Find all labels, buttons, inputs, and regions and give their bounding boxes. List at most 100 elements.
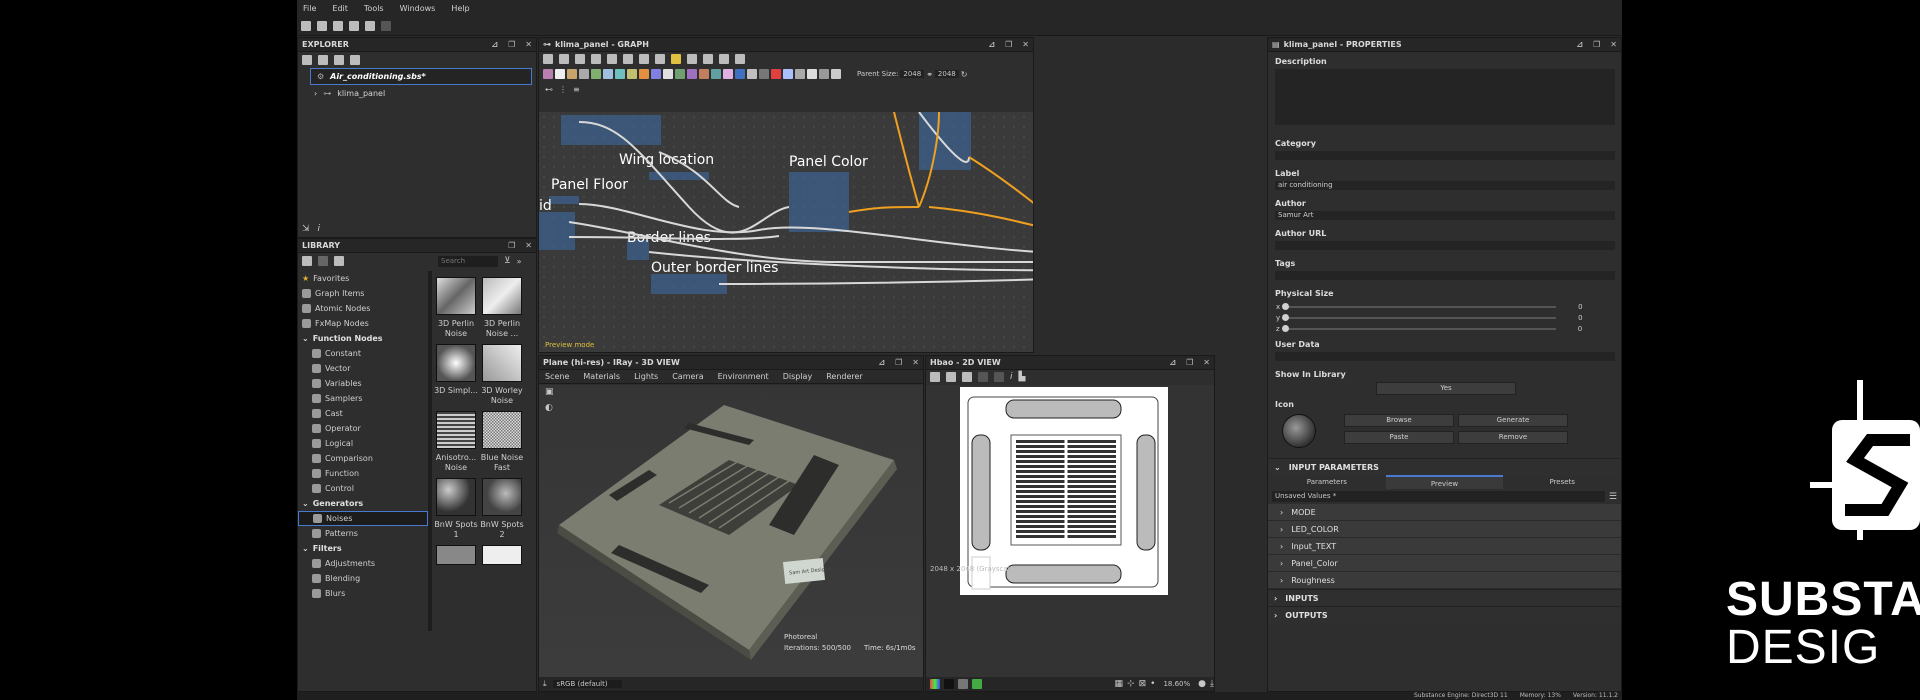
generator-item-patterns[interactable]: Patterns bbox=[298, 526, 428, 541]
tags-field[interactable] bbox=[1275, 271, 1615, 280]
view3d-viewport[interactable]: Sam Art Designer Photoreal Iterations: 5… bbox=[539, 385, 923, 677]
slider-knob[interactable] bbox=[1282, 313, 1290, 321]
float-icon[interactable]: ❐ bbox=[1593, 40, 1600, 49]
node-edge-icon[interactable] bbox=[699, 69, 709, 79]
node-curve-icon[interactable] bbox=[603, 69, 613, 79]
param-led-color[interactable]: › LED_COLOR bbox=[1268, 521, 1621, 538]
library-scrollbar[interactable] bbox=[428, 271, 432, 631]
axis-value[interactable]: 0 bbox=[1578, 314, 1582, 322]
thumbnail-anisotropic-noise[interactable] bbox=[436, 411, 476, 449]
grid-icon[interactable] bbox=[735, 54, 745, 64]
paste-button[interactable]: Paste bbox=[1344, 431, 1454, 444]
float-icon[interactable]: ❐ bbox=[895, 358, 902, 367]
info-icon[interactable]: i bbox=[1010, 372, 1013, 382]
close-icon[interactable]: ✕ bbox=[1203, 358, 1210, 367]
channel-color-icon[interactable] bbox=[972, 679, 982, 689]
inputs-section[interactable]: › INPUTS bbox=[1268, 589, 1621, 606]
graph-icon-preview[interactable] bbox=[1282, 414, 1316, 448]
axis-value[interactable]: 0 bbox=[1578, 325, 1582, 333]
pin-icon[interactable]: ⊿ bbox=[1576, 40, 1583, 49]
link-icon[interactable]: ⚭ bbox=[926, 70, 933, 79]
merge-icon[interactable] bbox=[703, 54, 713, 64]
function-item-samplers[interactable]: Samplers bbox=[298, 391, 428, 406]
new-package-icon[interactable] bbox=[301, 20, 311, 31]
group-function-nodes[interactable]: ⌄ Function Nodes bbox=[298, 331, 428, 346]
channel-gray-icon[interactable] bbox=[958, 679, 968, 689]
close-icon[interactable]: ✕ bbox=[1022, 40, 1029, 49]
slider-track[interactable] bbox=[1282, 313, 1557, 321]
function-item-logical[interactable]: Logical bbox=[298, 436, 428, 451]
float-icon[interactable]: ❐ bbox=[1186, 358, 1193, 367]
thumbnail-next-1[interactable] bbox=[436, 545, 476, 565]
thumbnail-next-2[interactable] bbox=[482, 545, 522, 565]
camera-icon[interactable]: ▣ bbox=[545, 387, 554, 397]
pencil-icon[interactable] bbox=[334, 256, 344, 266]
layout-icon[interactable] bbox=[671, 54, 681, 64]
menu-display[interactable]: Display bbox=[783, 372, 813, 381]
axis-value[interactable]: 0 bbox=[1578, 303, 1582, 311]
connect-icon[interactable] bbox=[623, 54, 633, 64]
menu-camera[interactable]: Camera bbox=[672, 372, 703, 381]
category-atomic-nodes[interactable]: Atomic Nodes bbox=[298, 301, 428, 316]
uv-icon[interactable] bbox=[994, 372, 1004, 382]
thumbnail-3d-worley-noise[interactable] bbox=[482, 344, 522, 382]
camera-icon[interactable] bbox=[575, 54, 585, 64]
float-icon[interactable]: ❐ bbox=[508, 241, 515, 250]
node-text-icon[interactable] bbox=[723, 69, 733, 79]
connector-icon[interactable]: ⊷ bbox=[545, 85, 553, 94]
function-item-function[interactable]: Function bbox=[298, 466, 428, 481]
author-url-field[interactable] bbox=[1275, 241, 1615, 250]
save-icon[interactable] bbox=[349, 20, 359, 31]
channel-black-icon[interactable] bbox=[944, 679, 954, 689]
tab-presets[interactable]: Presets bbox=[1503, 475, 1621, 489]
category-field[interactable] bbox=[1275, 151, 1615, 160]
slider-track[interactable] bbox=[1282, 302, 1557, 310]
slider-knob[interactable] bbox=[1282, 302, 1290, 310]
zoom-level[interactable]: 18.60% bbox=[1163, 680, 1190, 688]
dot-icon[interactable]: • bbox=[1150, 679, 1155, 689]
share-icon[interactable] bbox=[639, 54, 649, 64]
open-icon[interactable] bbox=[333, 20, 343, 31]
menu-help[interactable]: Help bbox=[451, 4, 469, 13]
function-item-comparison[interactable]: Comparison bbox=[298, 451, 428, 466]
physical-size-x[interactable]: x 0 bbox=[1268, 301, 1621, 312]
param-panel-color[interactable]: › Panel_Color bbox=[1268, 555, 1621, 572]
filter-icon[interactable]: ⊻ bbox=[504, 256, 511, 266]
minimize-icon[interactable] bbox=[655, 54, 665, 64]
param-roughness[interactable]: › Roughness bbox=[1268, 572, 1621, 589]
save-image-icon[interactable] bbox=[946, 372, 956, 382]
node-hsl-icon[interactable] bbox=[639, 69, 649, 79]
node-icon[interactable]: ⋮ bbox=[559, 85, 567, 94]
browse-button[interactable]: Browse bbox=[1344, 414, 1454, 427]
reset-icon[interactable]: ↻ bbox=[961, 70, 968, 79]
function-item-operator[interactable]: Operator bbox=[298, 421, 428, 436]
node-normal-icon[interactable] bbox=[651, 69, 661, 79]
description-field[interactable] bbox=[1275, 69, 1615, 125]
param-input-text[interactable]: › Input_TEXT bbox=[1268, 538, 1621, 555]
frame-all-icon[interactable] bbox=[543, 54, 553, 64]
node-blur-icon[interactable] bbox=[627, 69, 637, 79]
snapshot-icon[interactable]: ⤓ bbox=[543, 679, 547, 689]
filter-item-adjustments[interactable]: Adjustments bbox=[298, 556, 428, 571]
menu-environment[interactable]: Environment bbox=[718, 372, 769, 381]
menu-edit[interactable]: Edit bbox=[332, 4, 348, 13]
tab-parameters[interactable]: Parameters bbox=[1268, 475, 1386, 489]
close-icon[interactable]: ✕ bbox=[525, 241, 532, 250]
view-list-icon[interactable] bbox=[302, 256, 312, 266]
light-icon[interactable]: ◐ bbox=[545, 403, 554, 413]
pin-icon[interactable]: ⊿ bbox=[1169, 358, 1176, 367]
preset-menu-icon[interactable]: ☰ bbox=[1609, 492, 1617, 502]
export-icon[interactable] bbox=[334, 55, 344, 65]
physical-size-y[interactable]: y 0 bbox=[1268, 312, 1621, 323]
info-icon[interactable]: i bbox=[318, 224, 321, 234]
category-favorites[interactable]: ★ Favorites bbox=[298, 271, 428, 286]
pin-icon[interactable]: ⊿ bbox=[988, 40, 995, 49]
node-pin-icon[interactable] bbox=[831, 69, 841, 79]
node-histogram-icon[interactable] bbox=[711, 69, 721, 79]
label-field[interactable]: air conditioning bbox=[1275, 181, 1615, 190]
pin-icon[interactable]: ⊿ bbox=[491, 40, 498, 49]
filter-item-blending[interactable]: Blending bbox=[298, 571, 428, 586]
histogram-icon[interactable]: ▙ bbox=[1019, 372, 1026, 382]
thumbnail-3d-perlin-noise-2[interactable] bbox=[482, 277, 522, 315]
copy-icon[interactable] bbox=[962, 372, 972, 382]
